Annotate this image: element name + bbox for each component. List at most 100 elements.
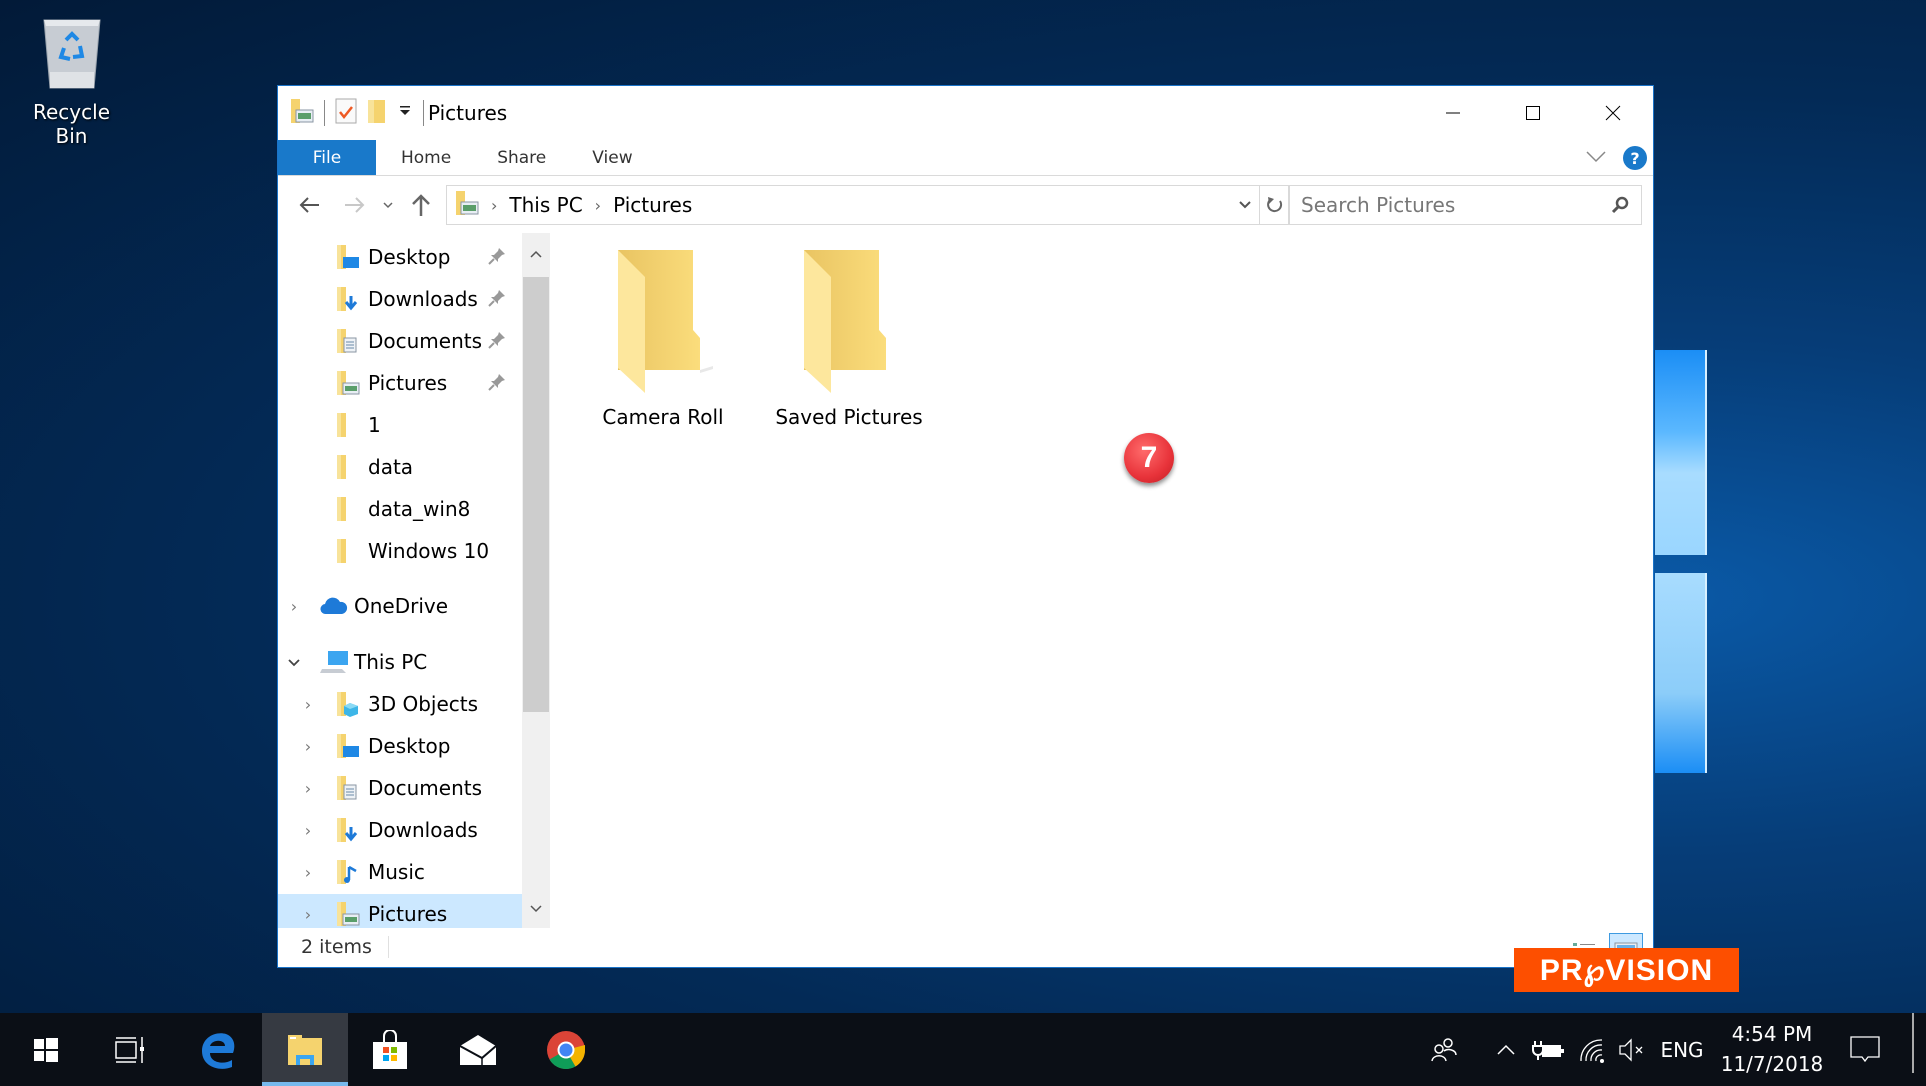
- title-bar[interactable]: Pictures: [278, 86, 1653, 140]
- nav-item-label: This PC: [354, 650, 428, 674]
- navigation-pane-scrollbar[interactable]: [522, 233, 550, 928]
- nav-item-this-pc-pictures[interactable]: › Pictures: [278, 894, 522, 928]
- taskbar-app-mail[interactable]: [442, 1013, 514, 1086]
- nav-item-this-pc-music[interactable]: › Music: [278, 852, 522, 892]
- collapse-chevron-icon[interactable]: [286, 653, 302, 672]
- properties-icon[interactable]: [290, 98, 314, 128]
- scroll-up-button[interactable]: [522, 239, 550, 269]
- pin-icon[interactable]: [488, 372, 506, 396]
- show-desktop-button[interactable]: [1912, 1013, 1914, 1073]
- nav-item-documents[interactable]: Documents: [278, 321, 522, 361]
- address-bar[interactable]: › This PC › Pictures: [446, 185, 1290, 225]
- taskbar-app-chrome[interactable]: [530, 1013, 602, 1086]
- clock[interactable]: 4:54 PM 11/7/2018: [1717, 1019, 1827, 1079]
- up-button[interactable]: [404, 184, 438, 226]
- show-hidden-icons-button[interactable]: [1490, 1013, 1522, 1086]
- battery-charging-icon: [1532, 1040, 1564, 1060]
- wallpaper-pane-bottom: [1655, 573, 1707, 773]
- recent-locations-button[interactable]: [378, 184, 398, 226]
- checklist-icon[interactable]: [335, 98, 357, 128]
- nav-item-this-pc[interactable]: This PC: [278, 642, 522, 682]
- forward-button[interactable]: [338, 184, 372, 226]
- expand-chevron-icon[interactable]: ›: [300, 779, 316, 798]
- tab-file[interactable]: File: [278, 140, 376, 175]
- nav-item-label: data_win8: [368, 497, 471, 521]
- breadcrumb-this-pc[interactable]: This PC: [509, 193, 582, 217]
- start-button[interactable]: [10, 1013, 82, 1086]
- nav-item-pictures[interactable]: Pictures: [278, 363, 522, 403]
- desktop-icon-label: Recycle Bin: [33, 100, 110, 148]
- chevron-down-icon: [1239, 201, 1251, 209]
- nav-item-this-pc-3d-objects[interactable]: › 3D Objects: [278, 684, 522, 724]
- input-language-indicator[interactable]: ENG: [1654, 1013, 1710, 1086]
- taskbar-app-edge[interactable]: [182, 1013, 254, 1086]
- people-button[interactable]: [1424, 1013, 1464, 1086]
- nav-item-onedrive[interactable]: › OneDrive: [278, 586, 522, 626]
- chevron-down-icon: [383, 202, 393, 209]
- nav-item-this-pc-documents[interactable]: › Documents: [278, 768, 522, 808]
- nav-item-desktop[interactable]: Desktop: [278, 237, 522, 277]
- nav-item-data-win8[interactable]: data_win8: [278, 489, 522, 529]
- nav-item-label: Desktop: [368, 245, 451, 269]
- pin-icon[interactable]: [488, 246, 506, 270]
- nav-item-windows-10[interactable]: Windows 10: [278, 531, 522, 571]
- notifications-icon: [1850, 1035, 1880, 1062]
- expand-chevron-icon[interactable]: ›: [300, 737, 316, 756]
- expand-chevron-icon[interactable]: ›: [300, 821, 316, 840]
- folder-item-camera-roll[interactable]: Camera Roll: [563, 248, 763, 429]
- expand-ribbon-button[interactable]: [1585, 149, 1607, 168]
- customize-dropdown-icon[interactable]: [397, 103, 413, 123]
- maximize-button[interactable]: [1493, 86, 1573, 140]
- breadcrumb-separator[interactable]: ›: [491, 196, 497, 215]
- downloads-folder-icon: [336, 817, 362, 848]
- tab-home[interactable]: Home: [376, 140, 474, 175]
- documents-folder-icon: [336, 775, 362, 806]
- file-list[interactable]: Camera Roll Saved Pictures: [553, 233, 1653, 928]
- nav-item-this-pc-downloads[interactable]: › Downloads: [278, 810, 522, 850]
- minimize-button[interactable]: [1413, 86, 1493, 140]
- folder-item-label: Camera Roll: [602, 405, 724, 429]
- desktop-folder-icon: [336, 733, 362, 764]
- pictures-folder-icon: [336, 901, 362, 928]
- search-box[interactable]: [1288, 185, 1642, 225]
- expand-chevron-icon[interactable]: ›: [286, 597, 302, 616]
- nav-item-this-pc-desktop[interactable]: › Desktop: [278, 726, 522, 766]
- address-history-dropdown[interactable]: [1235, 186, 1255, 224]
- new-folder-icon[interactable]: [367, 98, 387, 128]
- pin-icon[interactable]: [488, 330, 506, 354]
- refresh-button[interactable]: [1259, 186, 1289, 224]
- tab-share[interactable]: Share: [474, 140, 569, 175]
- task-view-button[interactable]: [94, 1013, 166, 1086]
- search-input[interactable]: [1301, 193, 1591, 217]
- nav-item-label: Desktop: [368, 734, 451, 758]
- breadcrumb-separator[interactable]: ›: [595, 196, 601, 215]
- folder-item-saved-pictures[interactable]: Saved Pictures: [749, 248, 949, 429]
- close-button[interactable]: [1573, 86, 1653, 140]
- expand-chevron-icon[interactable]: ›: [300, 905, 316, 924]
- tab-view[interactable]: View: [569, 140, 655, 175]
- volume-button[interactable]: [1614, 1013, 1650, 1086]
- expand-chevron-icon[interactable]: ›: [300, 863, 316, 882]
- desktop-icon-recycle-bin[interactable]: Recycle Bin: [14, 12, 129, 148]
- scroll-down-button[interactable]: [522, 894, 550, 924]
- file-explorer-window: Pictures File Home Share View ? › This P…: [277, 85, 1654, 968]
- taskbar-app-file-explorer[interactable]: [262, 1013, 348, 1086]
- folder-icon: [336, 454, 362, 485]
- search-icon[interactable]: [1611, 196, 1629, 218]
- expand-chevron-icon[interactable]: ›: [300, 695, 316, 714]
- battery-status[interactable]: [1528, 1013, 1568, 1086]
- nav-item-label: Downloads: [368, 818, 478, 842]
- taskbar-app-store[interactable]: [354, 1013, 426, 1086]
- nav-item-downloads[interactable]: Downloads: [278, 279, 522, 319]
- breadcrumb-pictures[interactable]: Pictures: [613, 193, 692, 217]
- pin-icon[interactable]: [488, 288, 506, 312]
- computer-icon: [320, 650, 350, 679]
- help-button[interactable]: ?: [1623, 146, 1647, 170]
- back-button[interactable]: [292, 184, 326, 226]
- scrollbar-thumb[interactable]: [523, 277, 549, 712]
- nav-item-data[interactable]: data: [278, 447, 522, 487]
- network-status[interactable]: [1574, 1013, 1610, 1086]
- nav-item-1[interactable]: 1: [278, 405, 522, 445]
- forward-arrow-icon: [345, 197, 365, 213]
- action-center-button[interactable]: [1840, 1013, 1890, 1086]
